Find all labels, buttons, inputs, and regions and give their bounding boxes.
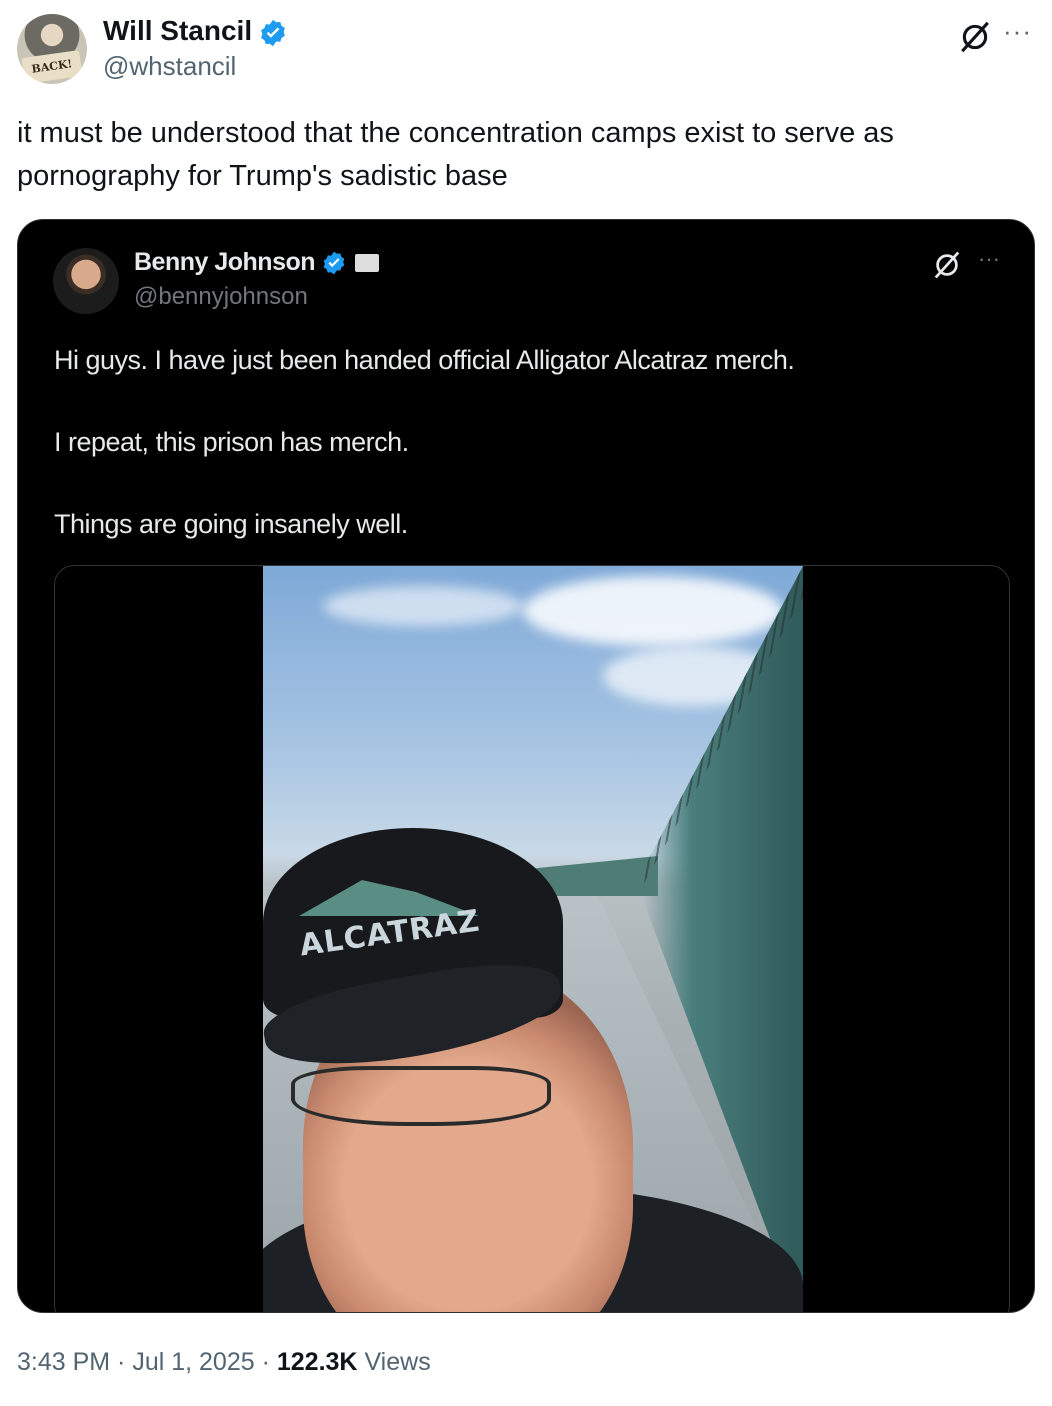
more-options-icon[interactable]: ··· bbox=[978, 246, 1000, 272]
grok-icon[interactable] bbox=[958, 20, 992, 54]
views-count: 122.3K bbox=[276, 1348, 358, 1376]
author-name[interactable]: Will Stancil bbox=[103, 14, 288, 48]
views-label: Views bbox=[364, 1348, 431, 1376]
author-handle[interactable]: @whstancil bbox=[103, 50, 236, 82]
verified-badge-icon bbox=[261, 19, 285, 46]
quote-text-line-2: I repeat, this prison has merch. bbox=[54, 427, 409, 457]
quote-avatar[interactable] bbox=[53, 248, 119, 314]
quote-text-line-1: Hi guys. I have just been handed officia… bbox=[54, 345, 795, 375]
tweet-time[interactable]: 3:43 PM bbox=[17, 1348, 110, 1376]
avatar-sign: BACK! bbox=[21, 50, 83, 84]
tweet-date[interactable]: Jul 1, 2025 bbox=[132, 1348, 254, 1376]
quote-author-name-text: Benny Johnson bbox=[134, 248, 316, 276]
author-name-text: Will Stancil bbox=[103, 15, 253, 46]
quote-author-name[interactable]: Benny Johnson bbox=[134, 246, 380, 278]
tweet-meta: 3:43 PM · Jul 1, 2025 · 122.3K Views bbox=[17, 1348, 431, 1376]
video-player[interactable]: ALCATRAZ bbox=[54, 565, 1010, 1312]
tweet-text: it must be understood that the concentra… bbox=[17, 117, 894, 192]
grok-icon[interactable] bbox=[932, 250, 962, 280]
affiliate-badge-icon bbox=[355, 254, 380, 273]
main-avatar[interactable]: BACK! bbox=[17, 14, 87, 84]
quote-author-handle[interactable]: @bennyjohnson bbox=[134, 282, 308, 312]
quoted-tweet[interactable]: Benny Johnson @bennyjohnson ··· Hi guys.… bbox=[17, 219, 1035, 1313]
more-options-icon[interactable]: ··· bbox=[1003, 16, 1032, 47]
video-frame: ALCATRAZ bbox=[263, 566, 803, 1312]
glasses bbox=[291, 1066, 551, 1126]
verified-badge-icon bbox=[323, 252, 345, 275]
quote-text-line-3: Things are going insanely well. bbox=[54, 509, 408, 539]
